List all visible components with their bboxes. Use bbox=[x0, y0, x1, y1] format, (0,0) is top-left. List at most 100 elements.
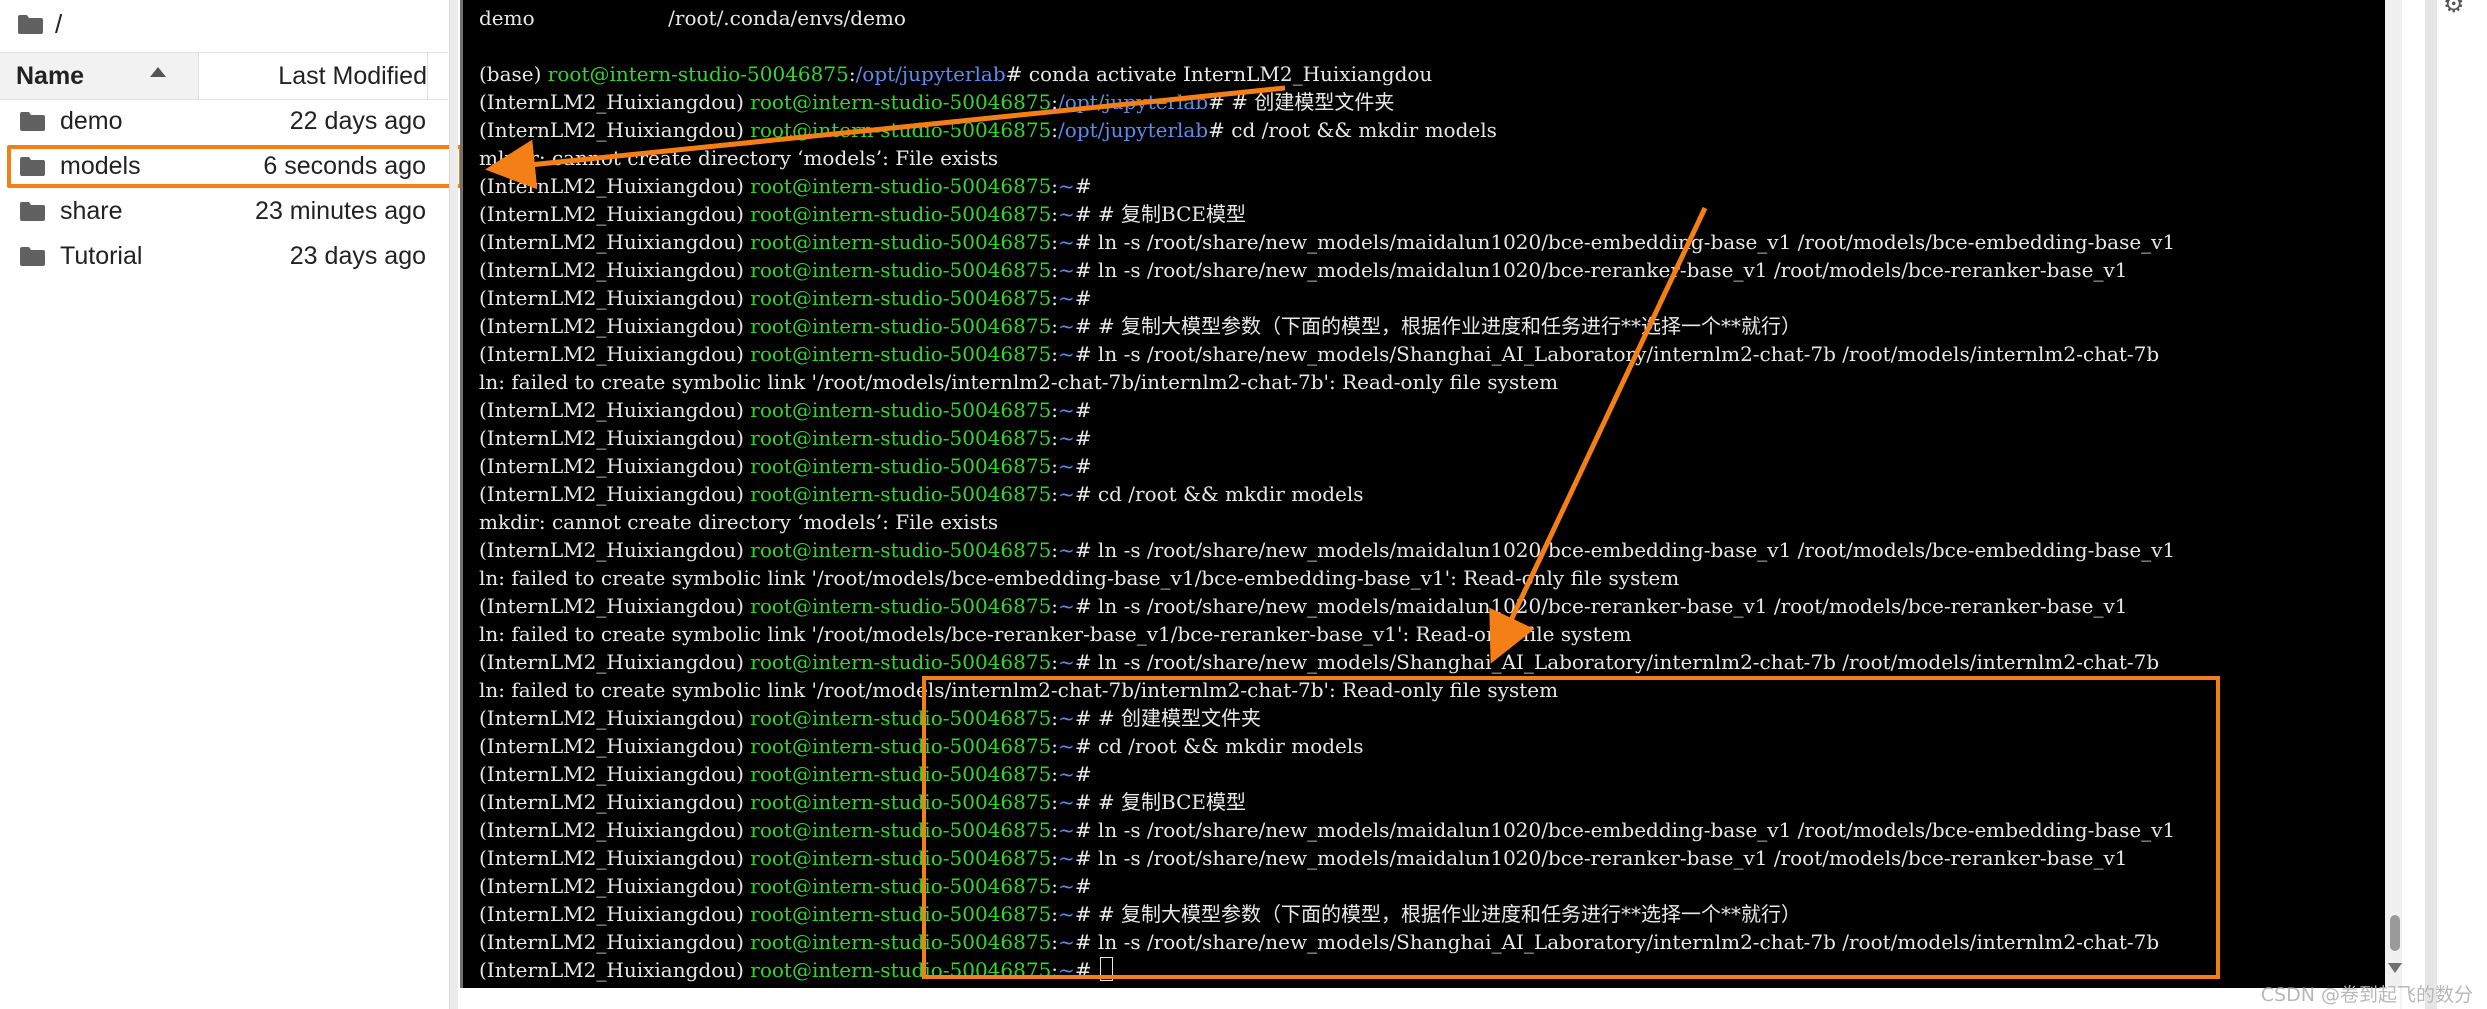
column-header-name-label: Name bbox=[16, 62, 85, 90]
terminal-line: (InternLM2_Huixiangdou) root@intern-stud… bbox=[479, 424, 2385, 452]
terminal-text: # bbox=[1074, 398, 1092, 422]
column-resize-handle[interactable] bbox=[427, 53, 448, 99]
file-modified: 23 days ago bbox=[289, 242, 426, 270]
terminal-text: # ln -s /root/share/new_models/Shanghai_… bbox=[1074, 342, 2160, 366]
terminal-line: (InternLM2_Huixiangdou) root@intern-stud… bbox=[479, 312, 2385, 340]
terminal-text: (InternLM2_Huixiangdou) bbox=[479, 286, 751, 310]
prompt-user-host: root@intern-studio-50046875 bbox=[547, 62, 849, 86]
terminal-text: (InternLM2_Huixiangdou) bbox=[479, 426, 751, 450]
file-name: demo bbox=[60, 107, 123, 135]
prompt-path: /opt/jupyterlab bbox=[855, 62, 1006, 86]
panel-splitter[interactable] bbox=[449, 0, 458, 1009]
terminal-line: (InternLM2_Huixiangdou) root@intern-stud… bbox=[479, 88, 2385, 116]
terminal-text: demo /root/.conda/envs/demo bbox=[479, 6, 906, 30]
terminal-text: (InternLM2_Huixiangdou) bbox=[479, 818, 751, 842]
file-modified: 23 minutes ago bbox=[255, 197, 426, 225]
folder-icon bbox=[20, 112, 45, 131]
terminal-line: (InternLM2_Huixiangdou) root@intern-stud… bbox=[479, 592, 2385, 620]
terminal-text: # bbox=[1074, 454, 1092, 478]
file-row-demo[interactable]: demo 22 days ago bbox=[0, 99, 448, 143]
terminal-line: (InternLM2_Huixiangdou) root@intern-stud… bbox=[479, 172, 2385, 200]
terminal-text: (InternLM2_Huixiangdou) bbox=[479, 314, 751, 338]
terminal-text: (InternLM2_Huixiangdou) bbox=[479, 90, 751, 114]
watermark: CSDN @卷到起飞的数分 bbox=[2260, 984, 2473, 1006]
terminal-text: # conda activate InternLM2_Huixiangdou bbox=[1005, 62, 1433, 86]
prompt-user-host: root@intern-studio-50046875 bbox=[750, 174, 1052, 198]
prompt-user-host: root@intern-studio-50046875 bbox=[750, 650, 1052, 674]
file-name: share bbox=[60, 197, 123, 225]
prompt-path: ~ bbox=[1058, 342, 1075, 366]
terminal-line: (InternLM2_Huixiangdou) root@intern-stud… bbox=[479, 648, 2385, 676]
terminal-text: (InternLM2_Huixiangdou) bbox=[479, 118, 751, 142]
terminal-line: (InternLM2_Huixiangdou) root@intern-stud… bbox=[479, 396, 2385, 424]
terminal-text: # ln -s /root/share/new_models/maidalun1… bbox=[1074, 538, 2176, 562]
sort-ascending-icon bbox=[150, 67, 166, 77]
terminal-text: # # 复制BCE模型 bbox=[1074, 202, 1247, 226]
terminal-text: (InternLM2_Huixiangdou) bbox=[479, 930, 751, 954]
terminal-text: # # 创建模型文件夹 bbox=[1208, 90, 1395, 114]
terminal-text: (InternLM2_Huixiangdou) bbox=[479, 174, 751, 198]
prompt-path: /opt/jupyterlab bbox=[1058, 118, 1209, 142]
breadcrumb[interactable]: / bbox=[18, 6, 62, 42]
file-row-tutorial[interactable]: Tutorial 23 days ago bbox=[0, 234, 448, 278]
prompt-user-host: root@intern-studio-50046875 bbox=[750, 426, 1052, 450]
terminal-line: ln: failed to create symbolic link '/roo… bbox=[479, 368, 2385, 396]
breadcrumb-path[interactable]: / bbox=[55, 9, 62, 40]
prompt-path: ~ bbox=[1058, 174, 1075, 198]
terminal-footer bbox=[460, 988, 2400, 1009]
folder-icon bbox=[20, 247, 45, 266]
terminal-text: (base) bbox=[479, 62, 548, 86]
scrollbar-thumb[interactable] bbox=[2390, 915, 2400, 951]
terminal-text: # cd /root && mkdir models bbox=[1208, 118, 1497, 142]
gear-icon[interactable]: ⚙ bbox=[2443, 0, 2465, 18]
terminal-text: (InternLM2_Huixiangdou) bbox=[479, 846, 751, 870]
column-header-modified[interactable]: Last Modified bbox=[199, 53, 427, 99]
terminal-line: (InternLM2_Huixiangdou) root@intern-stud… bbox=[479, 200, 2385, 228]
prompt-user-host: root@intern-studio-50046875 bbox=[750, 482, 1052, 506]
terminal-line: (InternLM2_Huixiangdou) root@intern-stud… bbox=[479, 536, 2385, 564]
folder-icon bbox=[20, 202, 45, 221]
column-header-name[interactable]: Name bbox=[0, 53, 199, 99]
terminal-text: mkdir: cannot create directory ‘models’:… bbox=[479, 146, 999, 170]
annotation-highlight-commands bbox=[922, 676, 2220, 979]
scroll-down-icon[interactable] bbox=[2388, 963, 2402, 973]
prompt-user-host: root@intern-studio-50046875 bbox=[750, 594, 1052, 618]
terminal-text: # ln -s /root/share/new_models/maidalun1… bbox=[1074, 230, 2176, 254]
terminal-text: # cd /root && mkdir models bbox=[1074, 482, 1364, 506]
prompt-user-host: root@intern-studio-50046875 bbox=[750, 258, 1052, 282]
file-row-share[interactable]: share 23 minutes ago bbox=[0, 189, 448, 233]
terminal-line: (InternLM2_Huixiangdou) root@intern-stud… bbox=[479, 340, 2385, 368]
prompt-path: ~ bbox=[1058, 426, 1075, 450]
terminal-text: # bbox=[1074, 286, 1092, 310]
prompt-path: ~ bbox=[1058, 314, 1075, 338]
prompt-user-host: root@intern-studio-50046875 bbox=[750, 398, 1052, 422]
prompt-path: ~ bbox=[1058, 454, 1075, 478]
terminal-line: (base) root@intern-studio-50046875:/opt/… bbox=[479, 60, 2385, 88]
terminal-line: (InternLM2_Huixiangdou) root@intern-stud… bbox=[479, 256, 2385, 284]
terminal-line: (InternLM2_Huixiangdou) root@intern-stud… bbox=[479, 284, 2385, 312]
prompt-path: ~ bbox=[1058, 258, 1075, 282]
terminal-text: (InternLM2_Huixiangdou) bbox=[479, 734, 751, 758]
terminal-text: (InternLM2_Huixiangdou) bbox=[479, 398, 751, 422]
terminal-text: # ln -s /root/share/new_models/Shanghai_… bbox=[1074, 650, 2160, 674]
terminal-line: ln: failed to create symbolic link '/roo… bbox=[479, 620, 2385, 648]
terminal-text: # ln -s /root/share/new_models/maidalun1… bbox=[1074, 594, 2128, 618]
terminal-text: (InternLM2_Huixiangdou) bbox=[479, 762, 751, 786]
annotation-highlight-models bbox=[7, 145, 463, 188]
prompt-user-host: root@intern-studio-50046875 bbox=[750, 118, 1052, 142]
terminal-text: # # 复制大模型参数（下面的模型，根据作业进度和任务进行**选择一个**就行） bbox=[1074, 314, 1802, 338]
terminal-text: (InternLM2_Huixiangdou) bbox=[479, 594, 751, 618]
column-header-modified-label: Last Modified bbox=[278, 62, 427, 90]
terminal-line: ln: failed to create symbolic link '/roo… bbox=[479, 564, 2385, 592]
file-modified: 22 days ago bbox=[289, 107, 426, 135]
prompt-user-host: root@intern-studio-50046875 bbox=[750, 454, 1052, 478]
terminal-line: mkdir: cannot create directory ‘models’:… bbox=[479, 508, 2385, 536]
terminal-text: (InternLM2_Huixiangdou) bbox=[479, 482, 751, 506]
file-list-header: Name Last Modified bbox=[0, 52, 448, 100]
right-sidebar-track bbox=[2425, 0, 2437, 1009]
terminal-scrollbar[interactable] bbox=[2385, 0, 2403, 988]
terminal-text: (InternLM2_Huixiangdou) bbox=[479, 790, 751, 814]
terminal-text: (InternLM2_Huixiangdou) bbox=[479, 902, 751, 926]
terminal-text: (InternLM2_Huixiangdou) bbox=[479, 230, 751, 254]
